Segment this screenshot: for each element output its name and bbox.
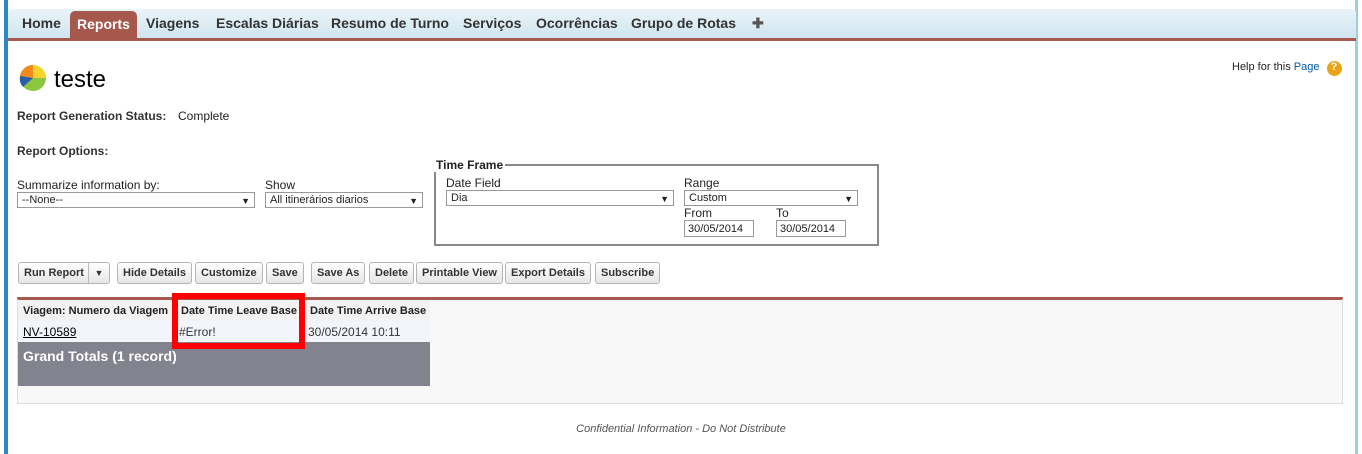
report-options-label: Report Options:: [17, 144, 109, 158]
to-label: To: [776, 206, 789, 220]
column-header[interactable]: Viagem: Numero da Viagem: [23, 305, 168, 317]
date-field-label: Date Field: [446, 176, 501, 190]
delete-button[interactable]: Delete: [369, 262, 415, 284]
run-report-label: Run Report: [24, 267, 84, 279]
help-page-link[interactable]: Page: [1294, 61, 1320, 73]
printable-view-button[interactable]: Printable View: [416, 262, 503, 284]
summarize-value: --None--: [22, 194, 63, 206]
tab-grupo-de-rotas[interactable]: Grupo de Rotas: [631, 15, 736, 31]
tab-resumo-de-turno[interactable]: Resumo de Turno: [331, 15, 449, 31]
show-select[interactable]: All itinerários diarios ▼: [265, 192, 423, 208]
chevron-down-icon[interactable]: ▼: [88, 263, 109, 283]
tab-servicos[interactable]: Serviços: [463, 15, 521, 31]
chevron-down-icon: ▼: [660, 194, 669, 204]
date-field-value: Dia: [451, 192, 468, 204]
range-value: Custom: [689, 192, 727, 204]
status-label: Report Generation Status:: [17, 109, 167, 123]
help-link[interactable]: Help for this Page ?: [1232, 61, 1342, 76]
show-label: Show: [265, 178, 296, 192]
tab-ocorrencias[interactable]: Ocorrências: [536, 15, 618, 31]
date-field-select[interactable]: Dia ▼: [446, 190, 674, 206]
status-value: Complete: [178, 109, 230, 123]
question-icon[interactable]: ?: [1326, 61, 1342, 76]
from-date-input[interactable]: 30/05/2014: [684, 220, 754, 237]
subscribe-button[interactable]: Subscribe: [595, 262, 661, 284]
tab-bar: Home Reports Viagens Escalas Diárias Res…: [8, 9, 1356, 41]
tab-escalas-diarias[interactable]: Escalas Diárias: [216, 15, 319, 31]
tab-home[interactable]: Home: [22, 15, 61, 31]
tab-viagens[interactable]: Viagens: [146, 15, 199, 31]
chevron-down-icon: ▼: [844, 194, 853, 204]
hide-details-button[interactable]: Hide Details: [117, 262, 192, 284]
column-header[interactable]: Date Time Arrive Base: [310, 305, 426, 317]
chevron-down-icon: ▼: [409, 196, 418, 206]
from-label: From: [684, 206, 712, 220]
export-details-button[interactable]: Export Details: [505, 262, 591, 284]
report-icon: [19, 64, 46, 91]
summarize-label: Summarize information by:: [17, 178, 160, 192]
record-link[interactable]: NV-10589: [23, 325, 76, 339]
to-date-input[interactable]: 30/05/2014: [776, 220, 846, 237]
range-select[interactable]: Custom ▼: [684, 190, 858, 206]
footer-text: Confidential Information - Do Not Distri…: [576, 423, 786, 435]
customize-button[interactable]: Customize: [195, 262, 263, 284]
help-text: Help for this: [1232, 61, 1294, 73]
run-report-button[interactable]: Run Report ▼: [18, 262, 110, 284]
add-tab-icon[interactable]: ✚: [752, 15, 764, 32]
summarize-select[interactable]: --None-- ▼: [17, 192, 255, 208]
chevron-down-icon: ▼: [241, 196, 250, 206]
show-value: All itinerários diarios: [270, 194, 369, 206]
tab-reports[interactable]: Reports: [70, 11, 137, 39]
range-label: Range: [684, 176, 720, 190]
save-as-button[interactable]: Save As: [311, 262, 366, 284]
highlight-box: [172, 293, 305, 349]
page-title: teste: [54, 66, 107, 93]
table-cell: 30/05/2014 10:11: [308, 325, 401, 339]
save-button[interactable]: Save: [266, 262, 304, 284]
time-frame-legend: Time Frame: [436, 158, 504, 172]
